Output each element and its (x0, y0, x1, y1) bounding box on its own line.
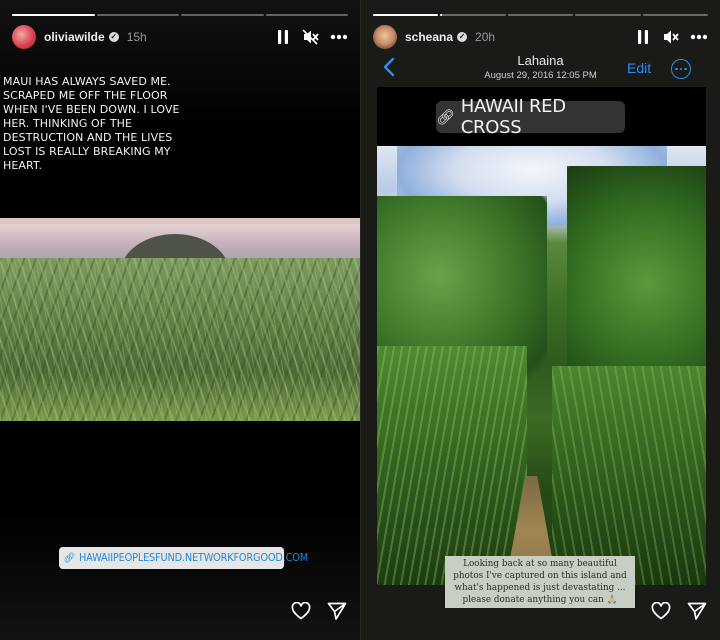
story-header: oliviawilde ✓ 15h (12, 25, 352, 49)
story-progress-bar (373, 14, 709, 16)
progress-segment (440, 14, 506, 16)
progress-fill (12, 14, 95, 16)
pause-icon (278, 30, 288, 44)
avatar[interactable] (373, 25, 397, 49)
post-time: 20h (475, 30, 496, 44)
tall-grass-left (377, 346, 527, 585)
story-text: MAUI HAS ALWAYS SAVED ME. SCRAPED ME OFF… (3, 75, 180, 172)
pause-button[interactable] (630, 25, 656, 49)
story-actions (290, 600, 348, 622)
mute-button[interactable] (658, 25, 684, 49)
avatar[interactable] (12, 25, 36, 49)
share-button[interactable] (686, 600, 708, 622)
mute-button[interactable] (298, 25, 324, 49)
like-button[interactable] (650, 600, 672, 622)
link-sticker[interactable]: 🔗︎ HAWAIIPEOPLESFUND.NETWORKFORGOOD.COM (59, 547, 308, 569)
progress-fill (373, 14, 439, 16)
story-scheana: scheana ✓ 20h Lahaina August 29, 2016 12… (361, 0, 720, 640)
photo-location-title: Lahaina (517, 53, 564, 68)
story-oliviawilde: oliviawilde ✓ 15h MAUI HAS ALWAYS SAVED … (0, 0, 360, 640)
progress-segment (642, 14, 709, 16)
more-options-button[interactable] (326, 25, 352, 49)
progress-segment (507, 14, 574, 16)
muted-speaker-icon (664, 30, 679, 44)
edit-button[interactable]: Edit (627, 60, 651, 76)
story-header: scheana ✓ 20h (373, 25, 712, 49)
more-options-button[interactable] (686, 25, 712, 49)
story-video[interactable] (0, 218, 360, 421)
progress-segment (265, 14, 348, 16)
link-sticker-label: HAWAIIPEOPLESFUND.NETWORKFORGOOD.COM (78, 552, 309, 564)
photo-frame (377, 87, 706, 585)
more-dots-icon (330, 34, 348, 40)
username[interactable]: oliviawilde (44, 30, 105, 44)
verified-badge-icon: ✓ (457, 32, 468, 42)
post-time: 15h (126, 30, 147, 44)
caption-text: Looking back at so many beautiful photos… (445, 556, 635, 608)
pause-button[interactable] (270, 25, 296, 49)
muted-speaker-icon (302, 29, 319, 45)
more-dots-icon (690, 34, 708, 40)
progress-segment (373, 14, 439, 16)
progress-segment (12, 14, 95, 16)
heart-icon (291, 602, 311, 620)
username[interactable]: scheana (405, 30, 453, 44)
progress-segment (96, 14, 179, 16)
link-icon: 🔗︎ (436, 108, 455, 126)
story-actions (650, 600, 708, 622)
link-sticker-label: HAWAII RED CROSS (460, 96, 566, 138)
progress-segment (181, 14, 264, 16)
share-button[interactable] (326, 600, 348, 622)
story-progress-bar (12, 14, 348, 16)
progress-segment (575, 14, 641, 16)
more-circle-icon[interactable] (671, 59, 691, 79)
paper-plane-icon (687, 602, 707, 620)
pause-icon (638, 30, 648, 44)
jungle-trail-photo[interactable] (377, 146, 706, 585)
verified-badge-icon: ✓ (108, 32, 119, 42)
photo-screenshot-header: Lahaina August 29, 2016 12:05 PM Edit (361, 52, 720, 88)
photo-date: August 29, 2016 12:05 PM (484, 70, 597, 81)
grass-field (0, 258, 360, 421)
heart-icon (651, 602, 671, 620)
tall-grass-right (552, 366, 706, 585)
paper-plane-icon (327, 602, 347, 620)
like-button[interactable] (290, 600, 312, 622)
link-icon: 🔗︎ (63, 552, 76, 564)
link-sticker[interactable]: 🔗︎ HAWAII RED CROSS (436, 96, 625, 138)
progress-fill (440, 14, 442, 16)
